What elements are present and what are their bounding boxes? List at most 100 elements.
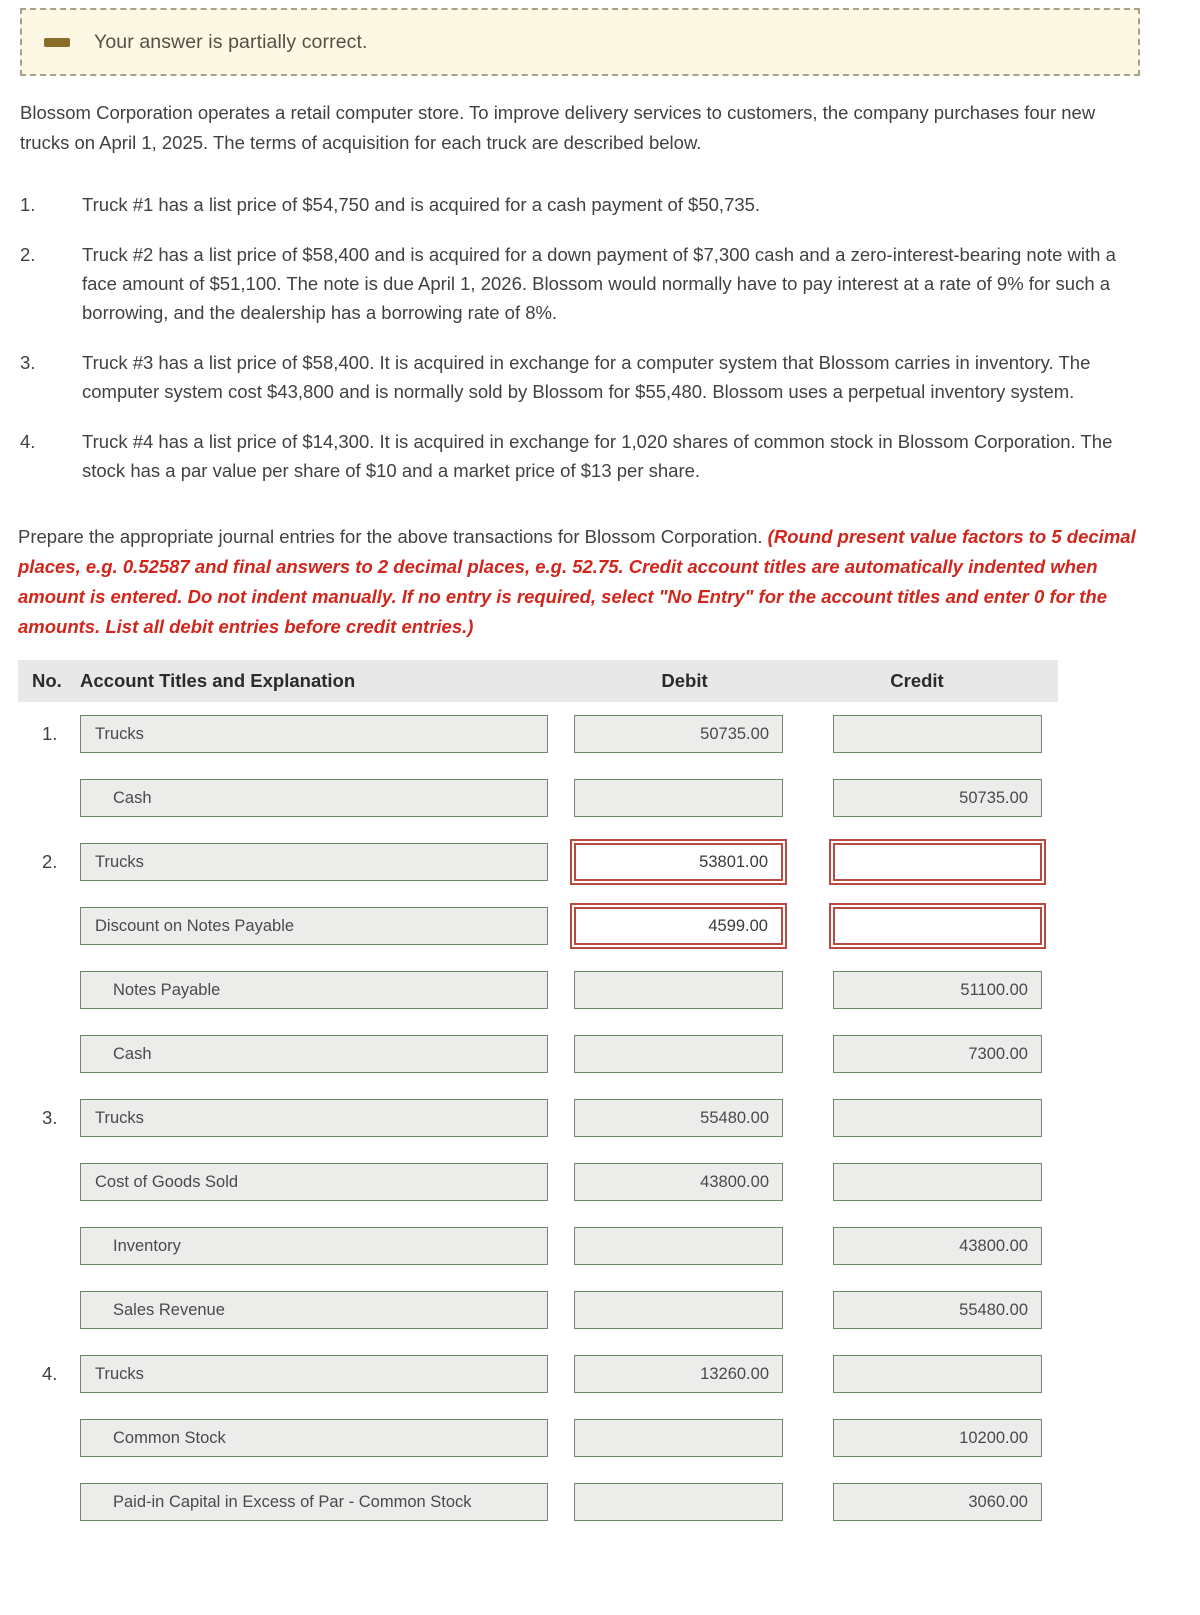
credit-input[interactable]: 51100.00 [833,971,1042,1009]
debit-input[interactable] [574,1419,783,1457]
credit-cell [797,903,1046,949]
account-title-cell: Discount on Notes Payable [80,907,572,945]
credit-cell: 51100.00 [797,971,1042,1009]
table-row: Cost of Goods Sold 43800.00 [18,1150,1058,1214]
credit-input[interactable]: 7300.00 [833,1035,1042,1073]
table-row: Cash 50735.00 [18,766,1058,830]
credit-input[interactable] [833,1163,1042,1201]
account-title-select[interactable]: Cash [80,1035,548,1073]
credit-input[interactable]: 10200.00 [833,1419,1042,1457]
account-title-cell: Paid-in Capital in Excess of Par - Commo… [80,1483,572,1521]
table-row: 4. Trucks 13260.00 [18,1342,1058,1406]
account-title-cell: Cash [80,779,572,817]
instructions-paragraph: Prepare the appropriate journal entries … [18,522,1143,642]
credit-cell [797,1099,1042,1137]
debit-cell [572,1483,797,1521]
account-title-select[interactable]: Trucks [80,715,548,753]
table-row: Paid-in Capital in Excess of Par - Commo… [18,1470,1058,1534]
credit-cell [797,1355,1042,1393]
credit-cell: 10200.00 [797,1419,1042,1457]
account-title-select[interactable]: Cost of Goods Sold [80,1163,548,1201]
debit-input[interactable]: 13260.00 [574,1355,783,1393]
account-title-cell: Trucks [80,715,572,753]
table-row: Cash 7300.00 [18,1022,1058,1086]
credit-input[interactable] [833,715,1042,753]
credit-input[interactable] [833,1355,1042,1393]
credit-cell: 55480.00 [797,1291,1042,1329]
debit-input[interactable] [574,1227,783,1265]
debit-cell: 55480.00 [572,1099,797,1137]
list-item: 3. Truck #3 has a list price of $58,400.… [20,348,1140,406]
account-title-select[interactable]: Trucks [80,1099,548,1137]
column-header-account: Account Titles and Explanation [80,670,356,691]
credit-cell [797,1163,1042,1201]
table-row: Notes Payable 51100.00 [18,958,1058,1022]
column-header-credit: Credit [890,670,944,691]
credit-input[interactable] [829,903,1046,949]
credit-input[interactable] [829,839,1046,885]
row-number: 2. [42,851,58,872]
row-number: 4. [42,1363,58,1384]
credit-cell: 3060.00 [797,1483,1042,1521]
credit-cell: 43800.00 [797,1227,1042,1265]
debit-cell [572,779,797,817]
account-title-select[interactable]: Notes Payable [80,971,548,1009]
account-title-select[interactable]: Cash [80,779,548,817]
debit-cell: 4599.00 [570,903,797,949]
list-item-number: 2. [20,244,36,265]
status-banner: Your answer is partially correct. [20,8,1140,76]
debit-input[interactable]: 53801.00 [570,839,787,885]
credit-input[interactable] [833,1099,1042,1137]
status-banner-message: Your answer is partially correct. [94,30,368,53]
row-number: 3. [42,1107,58,1128]
credit-input[interactable]: 3060.00 [833,1483,1042,1521]
table-row: 3. Trucks 55480.00 [18,1086,1058,1150]
debit-input[interactable]: 4599.00 [570,903,787,949]
debit-cell: 53801.00 [570,839,797,885]
account-title-cell: Common Stock [80,1419,572,1457]
account-title-select[interactable]: Common Stock [80,1419,548,1457]
credit-input[interactable]: 43800.00 [833,1227,1042,1265]
credit-cell [797,715,1042,753]
intro-paragraph: Blossom Corporation operates a retail co… [20,102,1096,153]
account-title-cell: Cost of Goods Sold [80,1163,572,1201]
credit-input[interactable]: 55480.00 [833,1291,1042,1329]
debit-input[interactable]: 43800.00 [574,1163,783,1201]
table-row: Common Stock 10200.00 [18,1406,1058,1470]
list-item-text: Truck #4 has a list price of $14,300. It… [82,431,1113,481]
account-title-cell: Trucks [80,1355,572,1393]
debit-cell: 13260.00 [572,1355,797,1393]
debit-cell: 43800.00 [572,1163,797,1201]
debit-input[interactable] [574,971,783,1009]
list-item-text: Truck #3 has a list price of $58,400. It… [82,352,1091,402]
table-row: Inventory 43800.00 [18,1214,1058,1278]
account-title-cell: Trucks [80,1099,572,1137]
debit-cell [572,1419,797,1457]
table-row: Discount on Notes Payable 4599.00 [18,894,1058,958]
account-title-select[interactable]: Trucks [80,1355,548,1393]
account-title-select[interactable]: Trucks [80,843,548,881]
debit-input[interactable]: 55480.00 [574,1099,783,1137]
debit-cell [572,971,797,1009]
row-number: 1. [42,723,58,744]
account-title-select[interactable]: Paid-in Capital in Excess of Par - Commo… [80,1483,548,1521]
debit-input[interactable] [574,1035,783,1073]
debit-input[interactable] [574,1483,783,1521]
debit-input[interactable] [574,1291,783,1329]
debit-cell [572,1291,797,1329]
table-row: 2. Trucks 53801.00 [18,830,1058,894]
credit-input[interactable]: 50735.00 [833,779,1042,817]
table-row: Sales Revenue 55480.00 [18,1278,1058,1342]
debit-cell [572,1227,797,1265]
debit-input[interactable] [574,779,783,817]
credit-cell: 7300.00 [797,1035,1042,1073]
account-title-select[interactable]: Inventory [80,1227,548,1265]
account-title-cell: Cash [80,1035,572,1073]
list-item: 4. Truck #4 has a list price of $14,300.… [20,427,1140,485]
account-title-select[interactable]: Sales Revenue [80,1291,548,1329]
debit-input[interactable]: 50735.00 [574,715,783,753]
account-title-select[interactable]: Discount on Notes Payable [80,907,548,945]
credit-cell: 50735.00 [797,779,1042,817]
table-header-row: No. Account Titles and Explanation Debit… [18,660,1058,702]
credit-cell [797,839,1046,885]
